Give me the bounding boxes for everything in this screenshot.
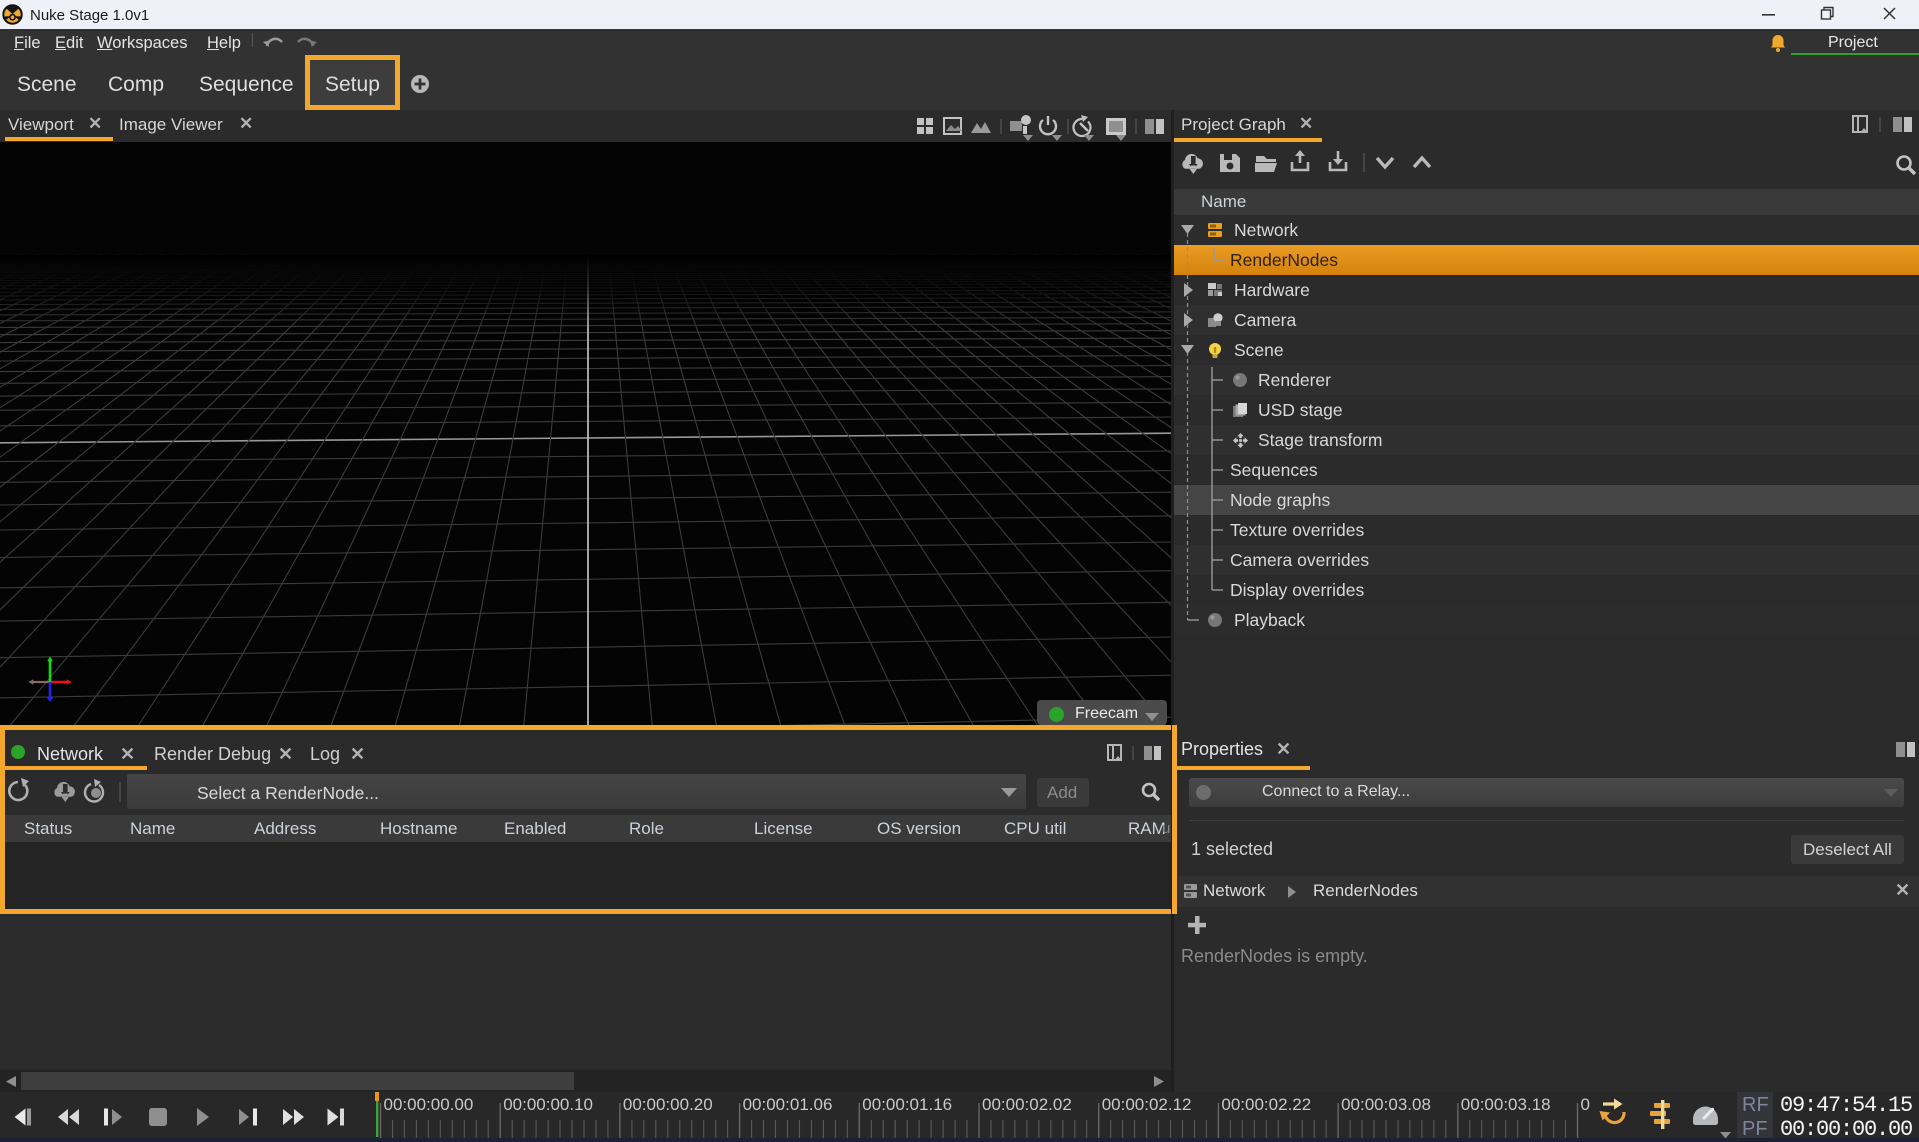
svg-text:00:00:03.08: 00:00:03.08 xyxy=(1341,1095,1431,1114)
svg-text:00:00:00.20: 00:00:00.20 xyxy=(623,1095,713,1114)
svg-text:00:00:00.00: 00:00:00.00 xyxy=(384,1095,474,1114)
svg-text:00:00:03.18: 00:00:03.18 xyxy=(1461,1095,1551,1114)
svg-text:00:00:01.16: 00:00:01.16 xyxy=(862,1095,952,1114)
svg-text:00:00:02.02: 00:00:02.02 xyxy=(982,1095,1072,1114)
svg-text:00:00:00.10: 00:00:00.10 xyxy=(503,1095,593,1114)
svg-text:00:00:01.06: 00:00:01.06 xyxy=(743,1095,833,1114)
svg-text:00:00:02.22: 00:00:02.22 xyxy=(1221,1095,1311,1114)
svg-text:00:00:02.12: 00:00:02.12 xyxy=(1102,1095,1192,1114)
svg-text:0: 0 xyxy=(1581,1095,1590,1114)
